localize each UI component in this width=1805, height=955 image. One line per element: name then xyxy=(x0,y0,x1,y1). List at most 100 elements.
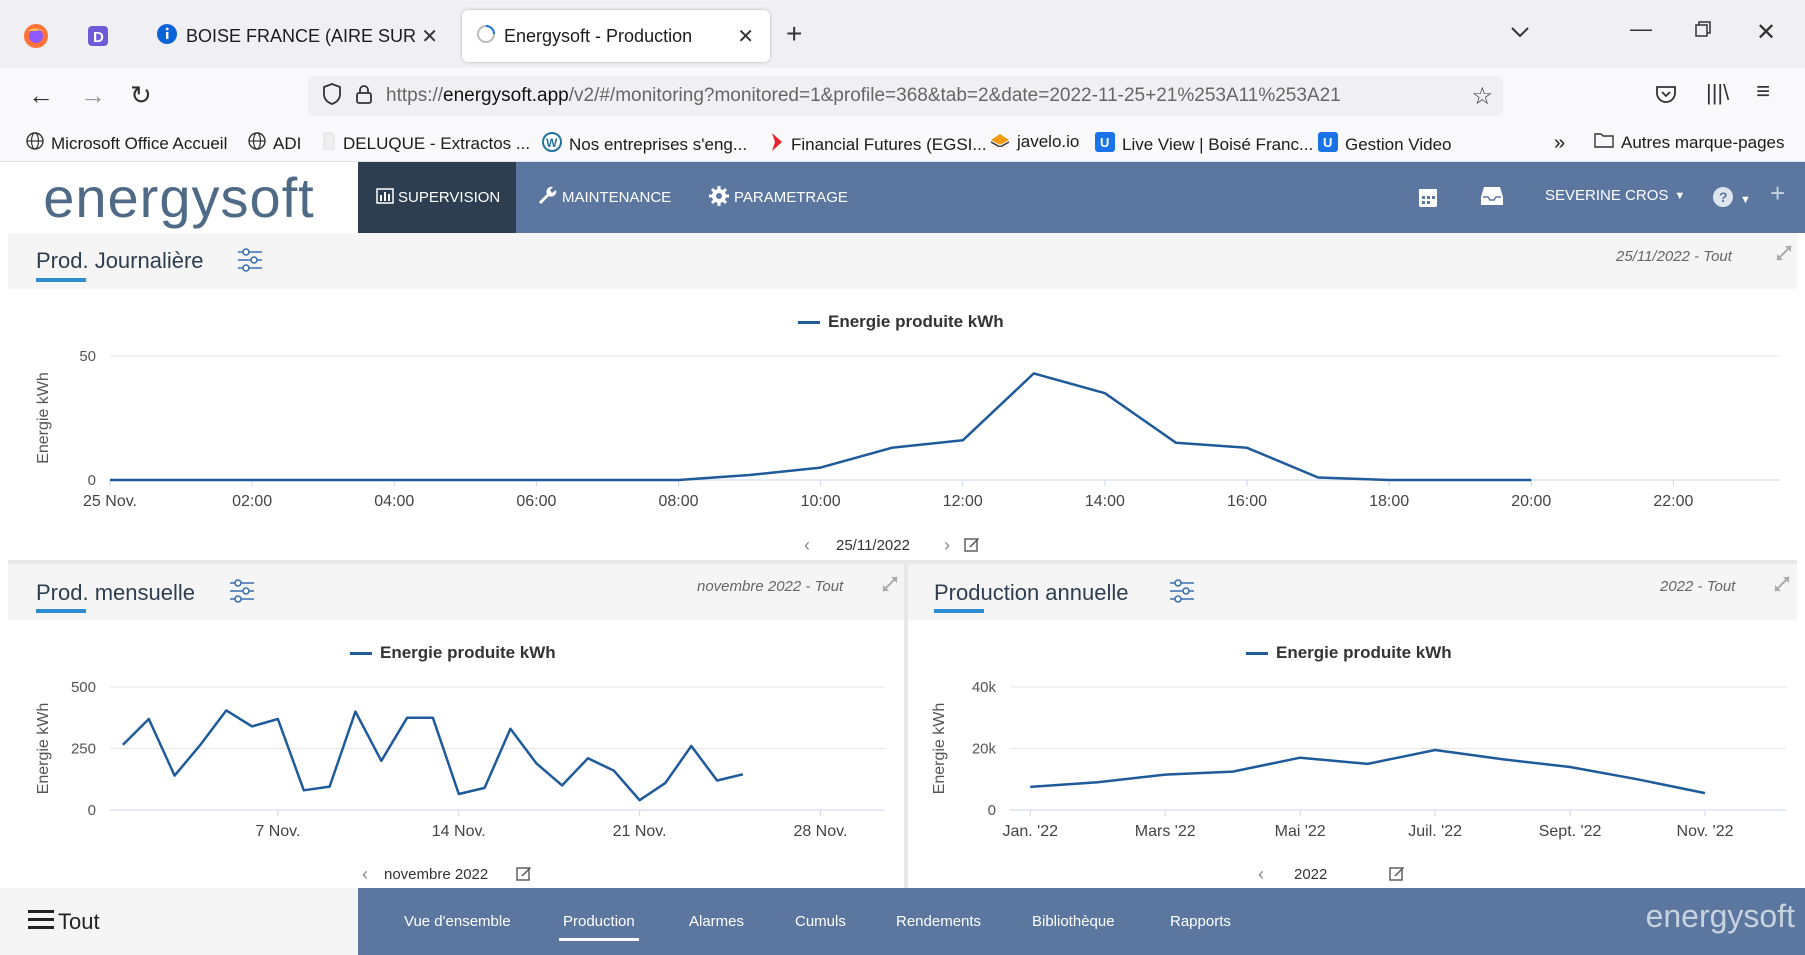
inbox-icon[interactable] xyxy=(1480,186,1504,211)
svg-text:U: U xyxy=(1100,135,1109,150)
sliders-icon[interactable] xyxy=(228,578,256,609)
forward-arrow-icon[interactable]: → xyxy=(80,80,106,111)
pager-month: novembre 2022 xyxy=(384,866,489,883)
daily-production-chart: 0 50 25 Nov. 02:00 04:00 06:00 08:00 10:00 12:00… xyxy=(35,348,1780,510)
nav-supervision[interactable]: SUPERVISION xyxy=(358,162,516,233)
series-line[interactable] xyxy=(1030,748,1706,795)
shield-icon[interactable] xyxy=(322,82,342,110)
daily-panel-title: Prod. Journalière xyxy=(36,248,204,273)
expand-icon[interactable] xyxy=(1774,243,1794,268)
bookmark-gestion-video[interactable]: U Gestion Video xyxy=(1318,132,1451,157)
footer-tab-bibliotheque[interactable]: Bibliothèque xyxy=(1032,888,1115,955)
nav-parametrage[interactable]: PARAMETRAGE xyxy=(690,162,866,233)
x-tick-label: 10:00 xyxy=(801,493,841,510)
reload-icon[interactable]: ↻ xyxy=(130,80,152,111)
edit-icon[interactable] xyxy=(964,536,980,556)
title-underline xyxy=(934,609,984,613)
prev-chevron-icon[interactable]: ‹ xyxy=(362,864,368,885)
calendar-icon[interactable] xyxy=(1418,186,1438,213)
library-icon[interactable]: |||\ xyxy=(1706,80,1729,106)
wordpress-icon: W xyxy=(542,132,562,157)
caret-down-icon: ▼ xyxy=(1740,193,1751,206)
legend-swatch xyxy=(798,320,820,324)
chart-legend[interactable]: Energie produite kWh xyxy=(798,312,1004,332)
edit-icon[interactable] xyxy=(516,865,532,885)
help-menu[interactable]: ? ▼ xyxy=(1712,186,1751,213)
bookmark-nos-entreprises[interactable]: W Nos entreprises s'eng... xyxy=(542,132,747,157)
sliders-icon[interactable] xyxy=(236,247,264,278)
svg-text:D: D xyxy=(93,29,104,46)
energysoft-logo[interactable]: energysoft xyxy=(0,162,358,233)
add-icon[interactable]: + xyxy=(1770,178,1785,209)
edit-icon[interactable] xyxy=(1389,865,1405,885)
x-tick-label: Juil. '22 xyxy=(1408,823,1462,840)
star-icon[interactable]: ☆ xyxy=(1471,82,1493,111)
tab-list-chevron-icon[interactable] xyxy=(1510,22,1530,45)
monthly-panel-date-filter: novembre 2022 - Tout xyxy=(697,578,844,595)
user-menu[interactable]: SEVERINE CROS ▼ xyxy=(1545,187,1685,204)
chart-legend[interactable]: Energie produite kWh xyxy=(1246,643,1452,663)
y-tick-label: 250 xyxy=(71,741,96,758)
menu-icon[interactable]: ≡ xyxy=(1756,78,1770,106)
y-tick-label: 500 xyxy=(71,679,96,696)
y-tick-label: 0 xyxy=(988,802,996,819)
tab-boise-france[interactable]: BOISE FRANCE (AIRE SUR L'ADO ✕ xyxy=(140,10,450,62)
pinned-tab-d-icon[interactable]: D xyxy=(76,14,120,58)
bookmark-javelo[interactable]: javelo.io xyxy=(990,132,1079,152)
pager-year: 2022 xyxy=(1294,866,1328,883)
expand-icon[interactable] xyxy=(1772,574,1792,599)
footer-tab-cumuls[interactable]: Cumuls xyxy=(795,888,846,955)
url-text[interactable]: https://energysoft.app/v2/#/monitoring?m… xyxy=(386,85,1426,107)
url-bar[interactable]: https://energysoft.app/v2/#/monitoring?m… xyxy=(308,76,1503,116)
caret-down-icon: ▼ xyxy=(1674,189,1686,202)
series-line[interactable] xyxy=(110,372,1532,482)
footer-menu[interactable]: Tout xyxy=(0,888,358,955)
x-tick-label: 06:00 xyxy=(516,493,556,510)
folder-icon xyxy=(1594,132,1614,153)
other-bookmarks[interactable]: Autres marque-pages xyxy=(1594,132,1784,153)
close-icon[interactable]: ✕ xyxy=(737,24,754,49)
title-underline xyxy=(36,278,86,282)
back-arrow-icon[interactable]: ← xyxy=(28,80,54,111)
bookmark-deluque[interactable]: DELUQUE - Extractos ... xyxy=(322,132,530,155)
more-bookmarks-chevron-icon[interactable]: » xyxy=(1554,132,1565,155)
footer-tab-production[interactable]: Production xyxy=(559,888,639,955)
bookmark-microsoft-office[interactable]: Microsoft Office Accueil xyxy=(26,132,227,155)
chart-legend[interactable]: Energie produite kWh xyxy=(350,643,556,663)
restore-icon[interactable] xyxy=(1694,20,1712,43)
footer-tab-vue-ensemble[interactable]: Vue d'ensemble xyxy=(404,888,511,955)
prev-chevron-icon[interactable]: ‹ xyxy=(1258,864,1264,885)
monthly-panel-title: Prod. mensuelle xyxy=(36,580,195,605)
x-tick-label: 20:00 xyxy=(1511,493,1551,510)
new-tab-button[interactable]: + xyxy=(786,18,802,50)
yearly-production-chart: 0 20k 40k Jan. '22 Mars '22 Mai '22 Juil. '22 S… xyxy=(931,679,1786,840)
prev-chevron-icon[interactable]: ‹ xyxy=(804,535,810,556)
lock-icon[interactable] xyxy=(356,84,372,109)
x-tick-label: Mars '22 xyxy=(1135,823,1196,840)
footer-tab-alarmes[interactable]: Alarmes xyxy=(689,888,744,955)
sliders-icon[interactable] xyxy=(1168,578,1196,609)
bookmark-adi[interactable]: ADI xyxy=(248,132,301,155)
minimize-icon[interactable]: — xyxy=(1630,16,1652,42)
y-tick-label: 40k xyxy=(972,679,997,696)
expand-icon[interactable] xyxy=(880,574,900,599)
pocket-icon[interactable] xyxy=(1655,84,1677,109)
bookmark-live-view[interactable]: U Live View | Boisé Franc... xyxy=(1095,132,1313,157)
next-chevron-icon[interactable]: › xyxy=(944,535,950,556)
series-line[interactable] xyxy=(122,709,744,802)
pager-date: 25/11/2022 xyxy=(836,537,910,554)
bookmark-financial-futures[interactable]: Financial Futures (EGSI... xyxy=(770,132,987,157)
legend-swatch xyxy=(350,651,372,655)
footer-tab-rapports[interactable]: Rapports xyxy=(1170,888,1231,955)
gear-icon xyxy=(708,185,730,211)
svg-text:W: W xyxy=(546,136,558,150)
x-tick-label: 28 Nov. xyxy=(793,823,847,840)
x-tick-label: 12:00 xyxy=(943,493,983,510)
close-icon[interactable]: ✕ xyxy=(421,24,438,49)
tab-energysoft-production[interactable]: Energysoft - Production ✕ xyxy=(462,10,770,62)
nav-maintenance[interactable]: MAINTENANCE xyxy=(520,162,689,233)
close-window-icon[interactable]: ✕ xyxy=(1756,18,1776,47)
x-tick-label: 21 Nov. xyxy=(613,823,667,840)
firefox-icon[interactable] xyxy=(14,14,58,58)
footer-tab-rendements[interactable]: Rendements xyxy=(896,888,981,955)
